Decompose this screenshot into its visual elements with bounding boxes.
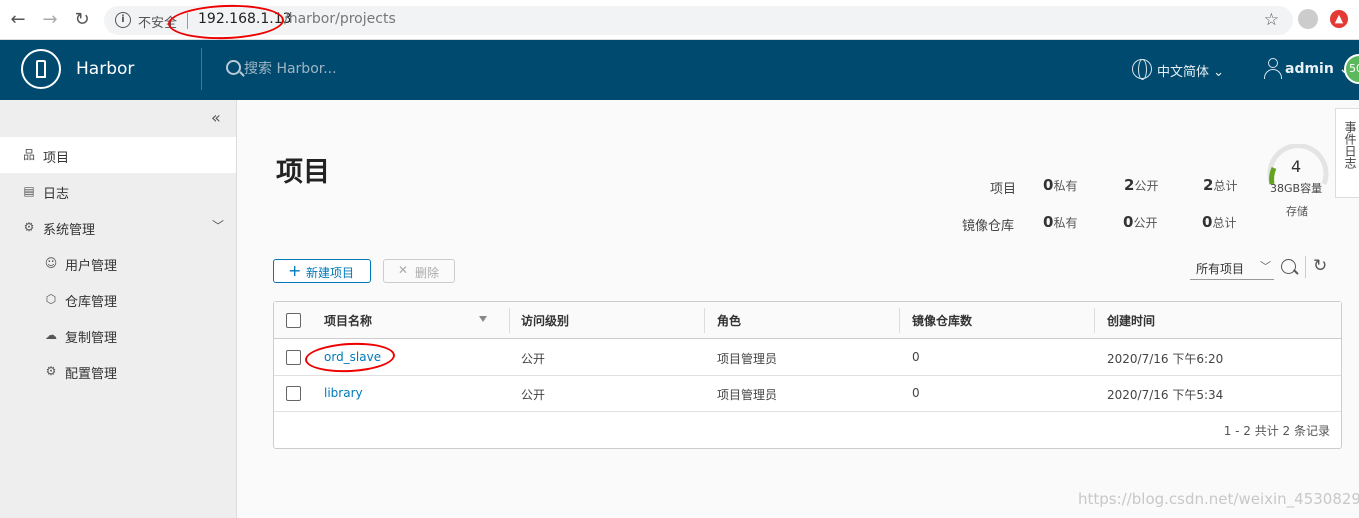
delete-label: 删除 [415, 266, 440, 280]
header-divider [201, 48, 202, 90]
sidebar-item-users[interactable]: ☺ 用户管理 [0, 245, 236, 281]
stat-repos-public: 0公开 [1123, 213, 1158, 231]
table-row: ord_slave 公开 项目管理员 0 2020/7/16 下午6:20 [274, 340, 1341, 376]
collapse-sidebar-icon[interactable]: « [211, 108, 221, 127]
column-divider [899, 308, 900, 333]
column-divider [509, 308, 510, 333]
app-header: Harbor 中文简体 ⌄ admin ⌄ 50 [0, 40, 1359, 100]
column-divider [1094, 308, 1095, 333]
page-title: 项目 [276, 157, 330, 188]
sidebar-item-label: 项目 [43, 151, 70, 166]
extension-icon[interactable]: ▲ [1330, 10, 1348, 28]
sidebar: « 品 项目 ▤ 日志 ⚙ 系统管理 ﹀ ☺ 用户管理 ⬡ 仓库管理 ☁ 复制管… [0, 100, 237, 518]
watermark: https://blog.csdn.net/weixin_45308292 [1078, 490, 1359, 508]
storage-capacity: 38GB容量 [1270, 182, 1323, 195]
user-menu[interactable]: admin ⌄ [1285, 61, 1350, 77]
delete-button[interactable]: ✕ 删除 [383, 259, 455, 283]
info-icon[interactable]: i [115, 12, 131, 28]
row-checkbox[interactable] [286, 350, 301, 365]
sidebar-item-admin[interactable]: ⚙ 系统管理 ﹀ [0, 209, 236, 245]
harbor-logo-icon[interactable] [21, 49, 61, 89]
table-row: library 公开 项目管理员 0 2020/7/16 下午5:34 [274, 376, 1341, 412]
sidebar-item-projects[interactable]: 品 项目 [0, 137, 236, 173]
creation-time: 2020/7/16 下午5:34 [1107, 388, 1224, 402]
stat-repos-private: 0私有 [1043, 213, 1078, 231]
sidebar-item-label: 系统管理 [43, 223, 96, 238]
registry-icon: ⬡ [45, 292, 57, 306]
user-icon[interactable] [1264, 58, 1282, 80]
toolbar-divider [1305, 256, 1306, 278]
new-project-label: 新建项目 [306, 266, 355, 280]
sidebar-item-logs[interactable]: ▤ 日志 [0, 173, 236, 209]
sidebar-item-label: 配置管理 [65, 367, 118, 382]
global-search-input[interactable] [244, 61, 404, 77]
col-header-role[interactable]: 角色 [717, 312, 741, 329]
table-footer: 1 - 2 共计 2 条记录 [274, 412, 1341, 449]
chevron-down-icon: ﹀ [1260, 260, 1271, 273]
pagination-info: 1 - 2 共计 2 条记录 [1223, 424, 1330, 438]
creation-time: 2020/7/16 下午6:20 [1107, 352, 1224, 366]
role: 项目管理员 [717, 388, 778, 402]
config-icon: ⚙ [45, 364, 57, 378]
stat-projects-label: 项目 [990, 182, 1017, 197]
plus-icon: + [288, 261, 302, 280]
profile-icon[interactable] [1298, 9, 1318, 29]
chevron-down-icon[interactable]: ﹀ [212, 217, 224, 234]
project-name-link[interactable]: library [324, 386, 363, 400]
sidebar-item-label: 复制管理 [65, 331, 118, 346]
filter-selected-value: 所有项目 [1196, 262, 1245, 276]
refresh-icon[interactable]: ↻ [1313, 256, 1327, 276]
close-icon: ✕ [398, 263, 409, 277]
sidebar-item-label: 仓库管理 [65, 295, 118, 310]
table-header: 项目名称 访问级别 角色 镜像仓库数 创建时间 [274, 302, 1341, 339]
admin-icon: ⚙ [23, 220, 35, 234]
sidebar-item-replication[interactable]: ☁ 复制管理 [0, 317, 236, 353]
storage-value: 4 [1291, 157, 1302, 176]
storage-label: 存储 [1286, 205, 1308, 218]
repo-count: 0 [912, 386, 920, 400]
access-level: 公开 [521, 388, 546, 402]
language-selector[interactable]: 中文简体 ⌄ [1157, 61, 1224, 80]
avatar[interactable]: 50 [1344, 54, 1359, 84]
sidebar-item-label: 日志 [43, 187, 70, 202]
app-title[interactable]: Harbor [76, 59, 134, 79]
url-path: /harbor/projects [284, 11, 396, 27]
storage-gauge [1267, 144, 1329, 185]
select-all-checkbox[interactable] [286, 313, 301, 328]
back-icon[interactable]: ← [6, 8, 30, 32]
users-icon: ☺ [44, 256, 58, 270]
row-checkbox[interactable] [286, 386, 301, 401]
sidebar-item-config[interactable]: ⚙ 配置管理 [0, 353, 236, 389]
stat-repos-label: 镜像仓库 [962, 219, 1015, 234]
stat-repos-total: 0总计 [1202, 213, 1237, 231]
col-header-repos[interactable]: 镜像仓库数 [912, 312, 972, 329]
table-search-icon[interactable] [1281, 259, 1296, 274]
replication-icon: ☁ [45, 328, 57, 342]
event-log-tab[interactable]: 事件日志 [1335, 108, 1359, 198]
new-project-button[interactable]: + 新建项目 [273, 259, 371, 283]
repo-count: 0 [912, 350, 920, 364]
column-divider [704, 308, 705, 333]
logs-icon: ▤ [23, 184, 35, 198]
reload-icon[interactable]: ↻ [70, 8, 94, 32]
forward-icon[interactable]: → [38, 8, 62, 32]
sidebar-item-registries[interactable]: ⬡ 仓库管理 [0, 281, 236, 317]
globe-icon[interactable] [1132, 59, 1152, 80]
col-header-name[interactable]: 项目名称 [324, 312, 372, 329]
access-level: 公开 [521, 352, 546, 366]
projects-table: 项目名称 访问级别 角色 镜像仓库数 创建时间 ord_slave 公开 项目管… [273, 301, 1342, 449]
col-header-access[interactable]: 访问级别 [521, 312, 569, 329]
sidebar-item-label: 用户管理 [65, 259, 118, 274]
projects-icon: 品 [22, 148, 35, 162]
filter-icon[interactable] [479, 316, 487, 322]
role: 项目管理员 [717, 352, 778, 366]
bookmark-star-icon[interactable]: ☆ [1264, 10, 1279, 30]
col-header-created[interactable]: 创建时间 [1107, 312, 1155, 329]
search-icon [226, 60, 241, 75]
stat-projects-private: 0私有 [1043, 176, 1078, 194]
stat-projects-public: 2公开 [1124, 176, 1159, 194]
project-filter-select[interactable]: 所有项目 ﹀ [1190, 256, 1274, 280]
stat-projects-total: 2总计 [1203, 176, 1238, 194]
